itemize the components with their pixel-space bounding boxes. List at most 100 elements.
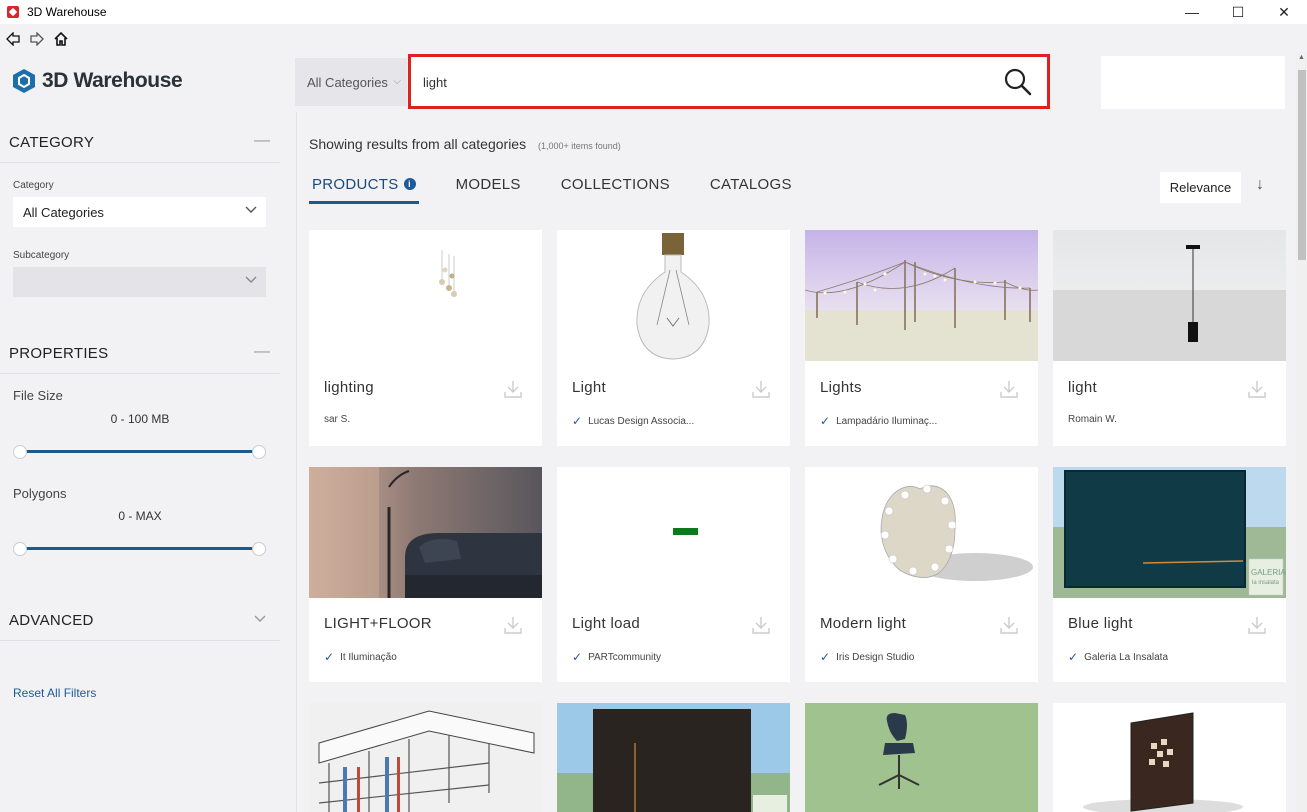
result-title[interactable]: Modern light xyxy=(820,615,906,632)
polygons-max-handle[interactable] xyxy=(252,542,266,556)
advanced-heading: ADVANCED xyxy=(9,612,94,629)
result-author[interactable]: ✓ It Iluminação xyxy=(324,650,397,664)
model-thumbnail[interactable] xyxy=(805,703,1038,812)
site-header: 3D Warehouse All Categories ⌵ xyxy=(0,52,1296,112)
window-controls: — ☐ ✕ xyxy=(1169,0,1307,24)
site-logo[interactable]: 3D Warehouse xyxy=(12,68,183,94)
search-icon[interactable] xyxy=(1003,67,1033,97)
result-card[interactable]: GALERIA la insalata Blue light ✓ Galeria … xyxy=(1053,467,1286,682)
properties-heading: PROPERTIES xyxy=(9,345,109,362)
tab-catalogs[interactable]: CATALOGS xyxy=(707,176,795,204)
result-card[interactable]: light Romain W. xyxy=(1053,230,1286,446)
result-author[interactable]: ✓ Galeria La Insalata xyxy=(1068,650,1168,664)
result-card[interactable]: lighting sar S. xyxy=(309,230,542,446)
model-thumbnail[interactable] xyxy=(309,703,542,812)
home-icon[interactable] xyxy=(52,30,70,48)
result-title[interactable]: Blue light xyxy=(1068,615,1133,632)
download-icon[interactable] xyxy=(504,380,522,398)
result-title[interactable]: Light xyxy=(572,379,606,396)
search-input[interactable] xyxy=(423,71,983,93)
result-card[interactable]: Modern light ✓ Iris Design Studio xyxy=(805,467,1038,682)
file-size-range: 0 - 100 MB xyxy=(110,412,170,426)
result-title[interactable]: light xyxy=(1068,379,1097,396)
result-author[interactable]: Romain W. xyxy=(1068,414,1117,425)
file-size-min-handle[interactable] xyxy=(13,445,27,459)
polygons-min-handle[interactable] xyxy=(13,542,27,556)
window-title: 3D Warehouse xyxy=(27,5,107,19)
tab-catalogs-label: CATALOGS xyxy=(709,176,792,193)
result-author[interactable]: sar S. xyxy=(324,414,350,425)
download-icon[interactable] xyxy=(1000,380,1018,398)
tab-products-label: PRODUCTS xyxy=(312,176,399,193)
divider xyxy=(0,162,280,163)
category-select-value: All Categories xyxy=(23,204,104,220)
file-size-slider-track[interactable] xyxy=(20,450,260,453)
search-box[interactable] xyxy=(408,54,1050,109)
advanced-expand-toggle[interactable] xyxy=(254,610,266,628)
download-icon[interactable] xyxy=(1000,616,1018,634)
result-card[interactable] xyxy=(805,703,1038,812)
subcategory-select[interactable] xyxy=(13,267,266,297)
result-card[interactable] xyxy=(309,703,542,812)
sort-direction-icon[interactable]: ↓ xyxy=(1256,176,1264,194)
model-thumbnail[interactable] xyxy=(805,467,1038,598)
model-thumbnail[interactable] xyxy=(557,230,790,361)
result-card[interactable]: Lights ✓ Lampadário Iluminaç... xyxy=(805,230,1038,446)
account-area[interactable] xyxy=(1101,56,1285,109)
model-thumbnail[interactable] xyxy=(557,703,790,812)
model-thumbnail[interactable] xyxy=(805,230,1038,361)
results-summary: Showing results from all categories (1,0… xyxy=(309,136,621,152)
minimize-button[interactable]: — xyxy=(1169,0,1215,24)
properties-collapse-toggle[interactable]: — xyxy=(254,343,270,361)
result-card[interactable] xyxy=(1053,703,1286,812)
maximize-button[interactable]: ☐ xyxy=(1215,0,1261,24)
reset-filters-link[interactable]: Reset All Filters xyxy=(13,686,96,700)
verified-check-icon: ✓ xyxy=(820,414,831,428)
search-category-select[interactable]: All Categories ⌵ xyxy=(295,58,407,106)
page-scrollbar[interactable]: ▲ xyxy=(1296,52,1307,812)
file-size-max-handle[interactable] xyxy=(252,445,266,459)
download-icon[interactable] xyxy=(504,616,522,634)
logo-text: 3D Warehouse xyxy=(42,69,183,92)
polygons-slider-track[interactable] xyxy=(20,547,260,550)
download-icon[interactable] xyxy=(752,616,770,634)
result-title[interactable]: LIGHT+FLOOR xyxy=(324,615,432,632)
forward-arrow-icon[interactable] xyxy=(28,30,46,48)
scrollbar-thumb[interactable] xyxy=(1298,70,1306,260)
insalata-watermark: la insalata xyxy=(1252,580,1280,586)
model-thumbnail[interactable] xyxy=(1053,230,1286,361)
download-icon[interactable] xyxy=(752,380,770,398)
author-name: It Iluminação xyxy=(340,651,397,663)
filter-sidebar: CATEGORY — Category All Categories Subca… xyxy=(0,112,280,812)
category-heading: CATEGORY xyxy=(9,134,95,151)
result-title[interactable]: lighting xyxy=(324,379,374,396)
result-author[interactable]: ✓ Lucas Design Associa... xyxy=(572,414,694,428)
result-title[interactable]: Lights xyxy=(820,379,862,396)
info-icon[interactable]: i xyxy=(403,178,416,190)
result-title[interactable]: Light load xyxy=(572,615,640,632)
sort-relevance-button[interactable]: Relevance xyxy=(1160,172,1241,203)
result-card[interactable]: Light ✓ Lucas Design Associa... xyxy=(557,230,790,446)
close-button[interactable]: ✕ xyxy=(1261,0,1307,24)
tab-models[interactable]: MODELS xyxy=(453,176,524,204)
result-author[interactable]: ✓ Iris Design Studio xyxy=(820,650,914,664)
model-thumbnail[interactable] xyxy=(1053,703,1286,812)
back-arrow-icon[interactable] xyxy=(4,30,22,48)
tab-products[interactable]: PRODUCTS i xyxy=(309,176,419,204)
result-card[interactable]: LIGHT+FLOOR ✓ It Iluminação xyxy=(309,467,542,682)
result-card[interactable]: Light load ✓ PARTcommunity xyxy=(557,467,790,682)
category-select[interactable]: All Categories xyxy=(13,197,266,227)
result-author[interactable]: ✓ PARTcommunity xyxy=(572,650,661,664)
result-card[interactable] xyxy=(557,703,790,812)
window-titlebar: 3D Warehouse — ☐ ✕ xyxy=(0,0,1307,24)
result-author[interactable]: ✓ Lampadário Iluminaç... xyxy=(820,414,937,428)
category-collapse-toggle[interactable]: — xyxy=(254,132,270,150)
model-thumbnail[interactable] xyxy=(309,230,542,361)
download-icon[interactable] xyxy=(1248,616,1266,634)
download-icon[interactable] xyxy=(1248,380,1266,398)
model-thumbnail[interactable]: GALERIA la insalata xyxy=(1053,467,1286,598)
tab-collections[interactable]: COLLECTIONS xyxy=(558,176,673,204)
model-thumbnail[interactable] xyxy=(309,467,542,598)
scroll-up-arrow-icon[interactable]: ▲ xyxy=(1298,54,1305,61)
model-thumbnail[interactable] xyxy=(557,467,790,598)
